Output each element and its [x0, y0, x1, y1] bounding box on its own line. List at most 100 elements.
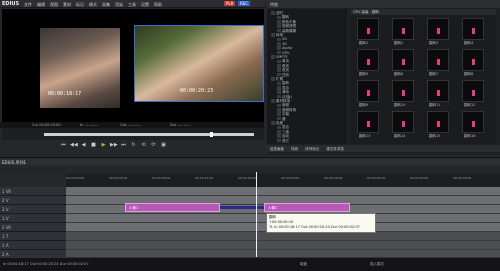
- track-header[interactable]: 3 V: [0, 205, 66, 214]
- ruler-label: 00:00:16:00: [238, 176, 257, 180]
- play-button[interactable]: ▶: [100, 142, 107, 149]
- ruler-label: 00:00:36:00: [453, 176, 472, 180]
- effect-thumbnail[interactable]: [357, 18, 379, 40]
- track-header[interactable]: 1 T: [0, 232, 66, 241]
- menu-settings[interactable]: 设置: [141, 2, 149, 8]
- effect-thumbnail[interactable]: [427, 18, 449, 40]
- effect-thumbnail[interactable]: [462, 111, 484, 133]
- ruler-label: 00:00:08:00: [152, 176, 171, 180]
- menu-tools[interactable]: 工具: [128, 2, 136, 8]
- menu-bar: EDIUS 文件 编辑 视图 素材 标记 模式 采集 渲染 工具 设置 帮助 P…: [0, 0, 265, 8]
- menu-marker[interactable]: 标记: [76, 2, 84, 8]
- effect-preview-icon: [367, 90, 370, 96]
- clip1-timecode: 00:00:18:17: [48, 91, 82, 97]
- track-header[interactable]: 1 V: [0, 214, 66, 223]
- folder-icon: [277, 112, 281, 116]
- clip2-timecode: 00:00:20:23: [180, 88, 214, 94]
- current-timecode: Cur 00:00:20:00: [32, 123, 61, 127]
- track-header[interactable]: 2 VA: [0, 223, 66, 232]
- timeline-ruler[interactable]: 00:00:00:00 00:00:04:00 00:00:08:00 00:00:1…: [66, 174, 500, 187]
- go-end-button[interactable]: ⏭: [120, 142, 127, 149]
- track-lane[interactable]: [66, 187, 500, 196]
- tab-sequence-markers[interactable]: 序列标记: [305, 147, 319, 151]
- fast-forward-button[interactable]: ▶▶: [110, 142, 118, 149]
- undo-button[interactable]: ⟲: [140, 142, 147, 149]
- folder-icon: [277, 103, 281, 108]
- tree-item-label: 混合: [282, 125, 289, 130]
- step-back-button[interactable]: ◀: [80, 142, 87, 149]
- folder-icon: [271, 121, 275, 125]
- scrubber-handle[interactable]: [210, 132, 213, 137]
- stop-button[interactable]: ■: [90, 142, 97, 149]
- folder-icon: [277, 72, 281, 77]
- folder-icon: [277, 64, 281, 68]
- effect-thumbnail[interactable]: [427, 111, 449, 133]
- tab-effects[interactable]: 特效: [291, 147, 298, 151]
- timeline-playhead[interactable]: [256, 172, 257, 260]
- track-lane[interactable]: [66, 232, 500, 241]
- effect-thumbnail[interactable]: [427, 80, 449, 102]
- transition-bar[interactable]: [220, 206, 264, 209]
- effect-thumbnail-label: 翻转1: [359, 41, 369, 45]
- effect-thumbnail[interactable]: [392, 49, 414, 71]
- ruler-label: 00:00:32:00: [410, 176, 429, 180]
- effect-thumbnail[interactable]: [392, 18, 414, 40]
- track-header[interactable]: 2 V: [0, 196, 66, 205]
- track-lane[interactable]: [66, 241, 500, 250]
- timeline-clip-2[interactable]: 人像2: [264, 203, 350, 212]
- status-right: 插入模式: [370, 262, 384, 266]
- go-start-button[interactable]: ⏮: [60, 142, 67, 149]
- tree-item-label: 卷页: [282, 63, 289, 68]
- clip-2-label: 人像2: [268, 205, 278, 210]
- tab-source-browser[interactable]: 源文件浏览: [326, 147, 344, 151]
- effect-thumbnail[interactable]: [427, 49, 449, 71]
- menu-clip[interactable]: 素材: [63, 2, 71, 8]
- effect-thumbnail[interactable]: [357, 111, 379, 133]
- folder-icon: [277, 50, 281, 55]
- effect-thumbnail[interactable]: [357, 80, 379, 102]
- effect-thumbnail-label: 翻转6: [394, 72, 404, 76]
- tooltip-line-3: TL In 00:00:18:17 Out 00:00:20:24 Dur 00…: [269, 225, 360, 229]
- effect-preview-icon: [367, 121, 370, 127]
- scrubber-track[interactable]: [44, 133, 254, 136]
- loop-button[interactable]: ↻: [130, 142, 137, 149]
- track-header[interactable]: 1 A: [0, 241, 66, 250]
- effect-thumbnail[interactable]: [462, 18, 484, 40]
- menu-capture[interactable]: 采集: [102, 2, 110, 8]
- effect-thumbnail[interactable]: [462, 49, 484, 71]
- folder-icon: [271, 33, 275, 37]
- timeline-clip-1[interactable]: 人像1: [125, 203, 220, 212]
- tree-item-label: 键: [282, 116, 286, 121]
- tree-item-label: 3D: [282, 41, 287, 46]
- menu-file[interactable]: 文件: [24, 2, 32, 8]
- tab-info[interactable]: 信息面板: [270, 147, 284, 151]
- rewind-button[interactable]: ◀◀: [70, 142, 78, 149]
- tree-item-label: 视频滤镜: [282, 24, 296, 29]
- effects-panel-title: 特效: [267, 0, 500, 8]
- menu-mode[interactable]: 模式: [89, 2, 97, 8]
- player-button[interactable]: PLR: [224, 1, 236, 6]
- folder-icon: [277, 138, 281, 143]
- effect-thumbnail-label: 翻转14: [394, 134, 406, 138]
- menu-help[interactable]: 帮助: [154, 2, 162, 8]
- preview-scrubber[interactable]: [2, 128, 264, 140]
- folder-icon: [271, 11, 275, 15]
- effect-thumbnail[interactable]: [392, 111, 414, 133]
- folder-icon: [277, 90, 281, 94]
- recorder-button[interactable]: REC: [238, 1, 251, 6]
- tree-item[interactable]: 其它: [277, 139, 289, 144]
- menu-render[interactable]: 渲染: [115, 2, 123, 8]
- menu-edit[interactable]: 编辑: [37, 2, 45, 8]
- track-header[interactable]: 1 VA: [0, 187, 66, 196]
- effect-thumbnail[interactable]: [357, 49, 379, 71]
- effect-preview-icon: [367, 28, 370, 34]
- tree-item-label: 旋转: [282, 81, 289, 86]
- folder-icon: [277, 108, 281, 112]
- redo-button[interactable]: ⟳: [150, 142, 157, 149]
- effect-thumbnail[interactable]: [392, 80, 414, 102]
- menu-view[interactable]: 视图: [50, 2, 58, 8]
- output-button[interactable]: ▣: [160, 142, 167, 149]
- ruler-label: 00:00:28:00: [367, 176, 386, 180]
- effect-thumbnail[interactable]: [462, 80, 484, 102]
- effect-preview-icon: [472, 90, 475, 96]
